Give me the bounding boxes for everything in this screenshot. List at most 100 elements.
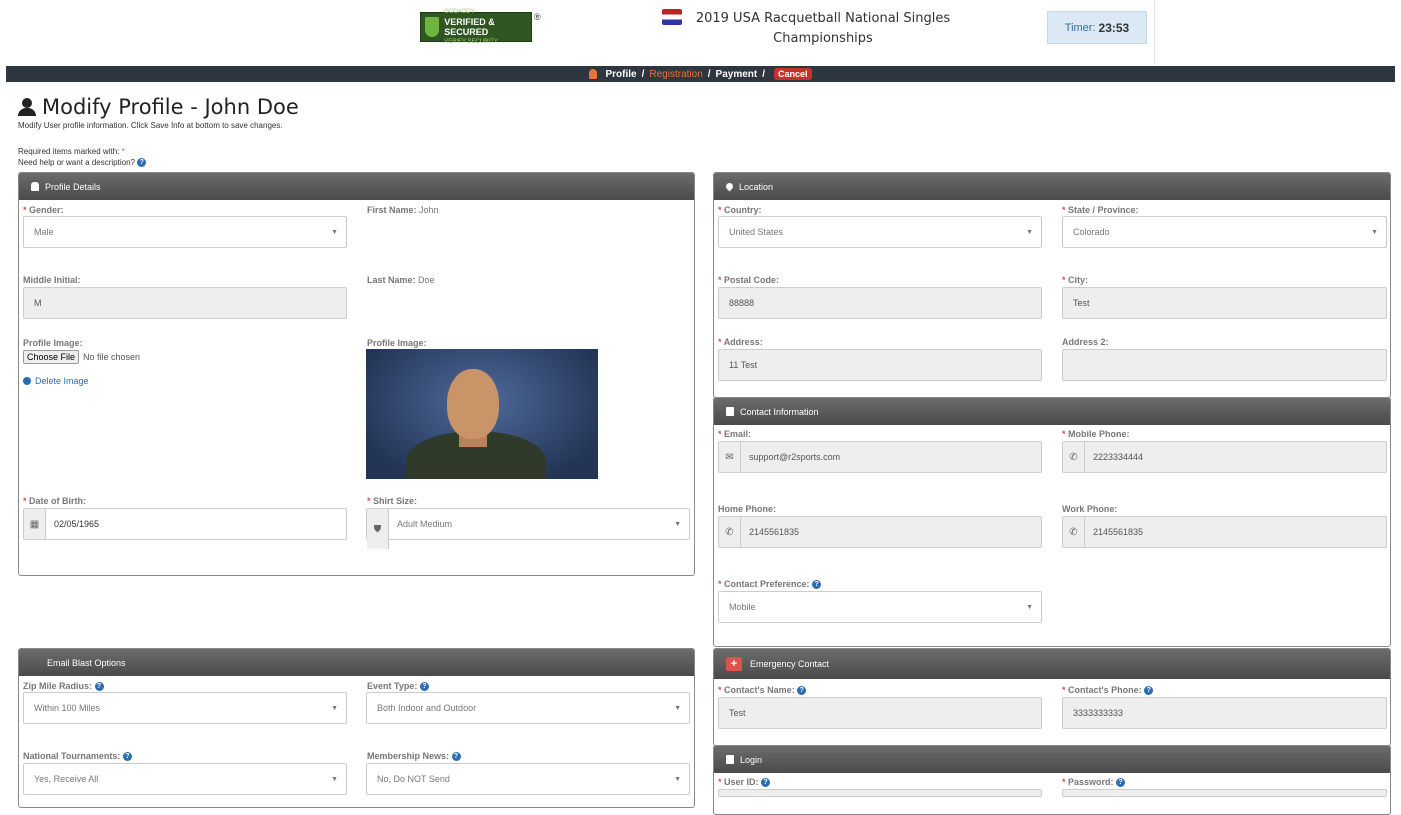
user-id-label: * User ID: ? (718, 777, 771, 788)
required-note: Required items marked with: * (18, 147, 125, 156)
page-subtitle: Modify User profile information. Click S… (18, 121, 283, 130)
password-input[interactable] (1062, 789, 1387, 797)
choose-file-button[interactable]: Choose File (23, 350, 80, 364)
shirt-size-label: * Shirt Size: (367, 496, 418, 506)
national-tournaments-label: National Tournaments: ? (23, 751, 132, 762)
contact-phone-label: * Contact's Phone: ? (1062, 685, 1154, 696)
panel-title: Emergency Contact (750, 659, 830, 669)
event-title: 2019 USA Racquetball National Singles Ch… (695, 11, 951, 46)
help-icon[interactable]: ? (122, 752, 132, 762)
map-marker-icon (724, 181, 735, 192)
help-icon[interactable]: ? (94, 682, 104, 692)
postal-code-input[interactable]: 88888 (718, 287, 1042, 319)
profile-image-label: Profile Image: (23, 338, 83, 348)
top-header: GODADDY VERIFIED & SECURED VERIFY SECURI… (0, 0, 1401, 66)
membership-news-label: Membership News: ? (367, 751, 461, 762)
address-input[interactable]: 11 Test (718, 349, 1042, 381)
help-icon[interactable]: ? (797, 686, 807, 696)
timer-box: Timer: 23:53 (1047, 11, 1147, 44)
cancel-button[interactable]: Cancel (774, 68, 812, 80)
shield-icon (425, 17, 440, 37)
dob-input[interactable]: ▦ 02/05/1965 (23, 508, 347, 540)
badge-title: VERIFIED & SECURED (444, 17, 495, 37)
panel-title: Login (740, 754, 763, 765)
event-type-label: Event Type: ? (367, 681, 429, 692)
user-icon (31, 182, 39, 191)
help-icon[interactable]: ? (1144, 686, 1154, 696)
panel-title: Location (739, 181, 774, 192)
chevron-down-icon: ▼ (331, 705, 338, 712)
work-phone-input[interactable]: ✆ 2145561835 (1062, 516, 1387, 548)
chevron-down-icon: ▼ (331, 776, 338, 783)
phone-icon: ✆ (719, 517, 741, 547)
zip-radius-select[interactable]: Within 100 Miles ▼ (23, 692, 347, 724)
step-payment[interactable]: Payment (716, 69, 758, 80)
state-label: * State / Province: (1062, 205, 1139, 215)
country-select[interactable]: United States ▼ (718, 216, 1042, 248)
panel-title: Email Blast Options (47, 657, 126, 668)
help-icon[interactable]: ? (812, 580, 822, 590)
user-id-input[interactable] (718, 789, 1042, 797)
contact-phone-input[interactable]: 3333333333 (1062, 697, 1387, 729)
contact-preference-select[interactable]: Mobile ▼ (718, 591, 1042, 623)
chevron-down-icon: ▼ (1026, 604, 1033, 611)
gender-label: * Gender: (23, 205, 64, 215)
badge-subtitle: VERIFY SECURITY (444, 39, 498, 45)
mobile-phone-label: * Mobile Phone: (1062, 429, 1130, 439)
shirt-size-select[interactable]: ⛊ Adult Medium ▼ (366, 508, 690, 549)
home-phone-input[interactable]: ✆ 2145561835 (718, 516, 1042, 548)
person-icon (589, 69, 598, 79)
city-input[interactable]: Test (1062, 287, 1387, 319)
chevron-down-icon: ▼ (1371, 229, 1378, 236)
chevron-down-icon: ▼ (674, 776, 681, 783)
city-label: * City: (1062, 275, 1089, 285)
help-icon[interactable]: ? (419, 682, 429, 692)
step-profile[interactable]: Profile (605, 69, 636, 80)
phone-square-icon (726, 407, 734, 416)
home-phone-label: Home Phone: (718, 504, 777, 514)
address2-input[interactable] (1062, 349, 1387, 381)
email-input[interactable]: ✉ support@r2sports.com (718, 441, 1042, 473)
verified-secured-badge[interactable]: GODADDY VERIFIED & SECURED VERIFY SECURI… (420, 9, 532, 45)
first-name-label: First Name: John (367, 205, 439, 215)
panel-title: Profile Details (45, 181, 101, 192)
contact-name-label: * Contact's Name: ? (718, 685, 807, 696)
gender-select[interactable]: Male ▼ (23, 216, 347, 248)
profile-image-label-2: Profile Image: (367, 338, 427, 348)
middle-initial-input[interactable]: M (23, 287, 347, 319)
badge-brand: GODADDY (444, 9, 475, 15)
contact-preference-label: * Contact Preference: ? (718, 579, 822, 590)
chevron-down-icon: ▼ (674, 705, 681, 712)
national-tournaments-select[interactable]: Yes, Receive All ▼ (23, 763, 347, 795)
chevron-down-icon: ▼ (331, 229, 338, 236)
shirt-icon: ⛊ (367, 509, 389, 549)
timer-label: Timer: (1064, 21, 1096, 34)
help-icon[interactable]: ? (761, 778, 771, 788)
help-icon[interactable]: ? (1116, 778, 1126, 788)
password-label: * Password: ? (1062, 777, 1126, 788)
file-status: No file chosen (83, 352, 141, 362)
phone-icon: ✆ (1063, 517, 1085, 547)
panel-title: Contact Information (740, 406, 819, 417)
zip-radius-label: Zip Mile Radius: ? (23, 681, 104, 692)
state-select[interactable]: Colorado ▼ (1062, 216, 1387, 248)
dob-label: * Date of Birth: (23, 496, 87, 506)
phone-icon: ✆ (1063, 442, 1085, 472)
membership-news-select[interactable]: No, Do NOT Send ▼ (366, 763, 690, 795)
mobile-phone-input[interactable]: ✆ 2223334444 (1062, 441, 1387, 473)
event-type-select[interactable]: Both Indoor and Outdoor ▼ (366, 692, 690, 724)
registered-mark: ® (534, 12, 541, 22)
envelope-icon: ✉ (719, 442, 741, 472)
middle-initial-label: Middle Initial: (23, 275, 81, 285)
help-icon[interactable]: ? (137, 158, 147, 168)
registration-steps-bar: Profile / Registration / Payment / Cance… (6, 66, 1395, 82)
chevron-down-icon: ▼ (674, 521, 681, 528)
contact-name-input[interactable]: Test (718, 697, 1042, 729)
help-icon[interactable]: ? (451, 752, 461, 762)
country-label: * Country: (718, 205, 762, 215)
file-picker: Choose File No file chosen (23, 350, 140, 364)
timer-value: 23:53 (1098, 20, 1130, 35)
step-registration[interactable]: Registration (649, 69, 702, 80)
delete-image-link[interactable]: Delete Image (23, 376, 89, 386)
help-note: Need help or want a description? ? (18, 158, 147, 168)
